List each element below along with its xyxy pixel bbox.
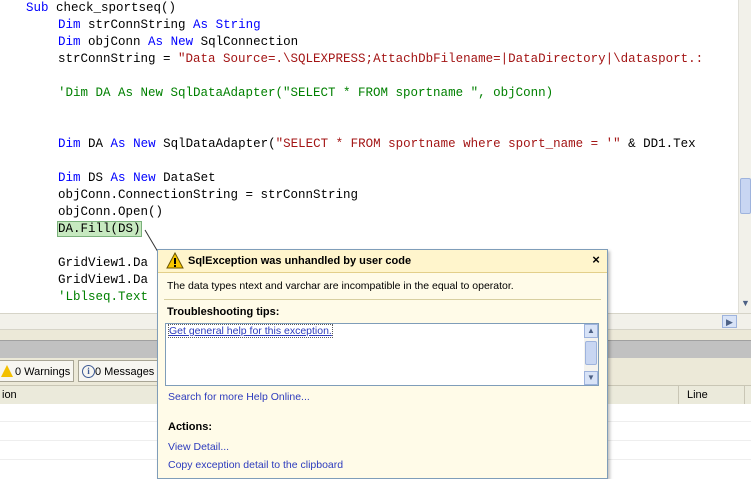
code-line-5[interactable]: 'Dim DA As New SqlDataAdapter("SELECT * … — [58, 85, 553, 102]
keyword: New — [133, 171, 156, 185]
code-line-9[interactable]: objConn.Open() — [58, 204, 163, 221]
messages-filter-button[interactable]: i 0 Messages — [78, 360, 160, 382]
exception-body: The data types ntext and varchar are inc… — [158, 273, 607, 478]
troubleshooting-tips-heading: Troubleshooting tips: — [167, 306, 280, 318]
vertical-scroll-thumb[interactable] — [740, 178, 751, 214]
messages-filter-label: 0 Messages — [95, 366, 155, 378]
string-literal: "Data Source=.\SQLEXPRESS;AttachDbFilena… — [178, 52, 704, 66]
code-text: DataSet — [155, 171, 216, 185]
divider — [164, 299, 601, 300]
keyword: Sub — [26, 1, 49, 15]
comment: 'Lblseq.Text — [58, 290, 149, 304]
code-text: & DD1.Tex — [620, 137, 696, 151]
troubleshooting-tips-list[interactable]: Get general help for this exception. ▲ ▼ — [165, 323, 599, 386]
code-line-10-current-statement[interactable]: DA.Fill(DS) — [57, 221, 142, 238]
code-text: DA — [80, 137, 111, 151]
code-line-6[interactable]: Dim DA As New SqlDataAdapter("SELECT * F… — [58, 136, 696, 153]
code-text: GridView1.Da — [58, 273, 149, 287]
comment: 'Dim DA As New SqlDataAdapter("SELECT * … — [58, 86, 554, 100]
code-line-12[interactable]: GridView1.Da — [58, 272, 148, 289]
general-help-link[interactable]: Get general help for this exception. — [168, 324, 333, 338]
code-line-2[interactable]: Dim strConnString As String — [58, 17, 261, 34]
highlighted-statement: DA.Fill(DS) — [57, 221, 142, 237]
column-separator[interactable] — [744, 386, 745, 404]
exception-header[interactable]: SqlException was unhandled by user code … — [158, 250, 607, 273]
scroll-right-arrow-icon[interactable]: ▶ — [722, 315, 737, 328]
code-line-13[interactable]: 'Lblseq.Text — [58, 289, 148, 306]
keyword: As — [110, 137, 126, 151]
exception-assistant-popup: SqlException was unhandled by user code … — [157, 249, 608, 479]
keyword: Dim — [58, 18, 81, 32]
keyword: New — [170, 35, 194, 49]
code-text: DS — [80, 171, 111, 185]
info-circle-icon: i — [82, 365, 95, 378]
code-text: check_sportseq() — [48, 1, 177, 15]
code-text: strConnString = — [58, 52, 179, 66]
column-description[interactable]: ion — [0, 386, 17, 404]
scroll-up-arrow-icon[interactable]: ▲ — [584, 324, 598, 338]
keyword: Dim — [58, 171, 81, 185]
code-line-7[interactable]: Dim DS As New DataSet — [58, 170, 216, 187]
keyword: New — [133, 137, 156, 151]
tips-scroll-thumb[interactable] — [585, 341, 597, 365]
column-separator[interactable] — [678, 386, 679, 404]
scroll-down-arrow-icon[interactable]: ▼ — [584, 371, 598, 385]
column-line[interactable]: Line — [685, 386, 708, 404]
code-line-4[interactable]: strConnString = "Data Source=.\SQLEXPRES… — [58, 51, 703, 68]
copy-exception-detail-link[interactable]: Copy exception detail to the clipboard — [168, 459, 343, 471]
keyword: As — [110, 171, 126, 185]
code-text: objConn.ConnectionString = strConnString — [58, 188, 359, 202]
tips-scrollbar[interactable]: ▲ ▼ — [584, 324, 598, 385]
string-literal: "SELECT * FROM sportname where sport_nam… — [275, 137, 621, 151]
keyword: Dim — [58, 137, 81, 151]
code-text: GridView1.Da — [58, 256, 149, 270]
search-help-online-link[interactable]: Search for more Help Online... — [168, 391, 310, 403]
code-line-8[interactable]: objConn.ConnectionString = strConnString — [58, 187, 358, 204]
warning-triangle-icon — [166, 252, 184, 269]
code-text: SqlDataAdapter( — [155, 137, 276, 151]
code-text: objConn.Open() — [58, 205, 164, 219]
code-text: SqlConnection — [193, 35, 299, 49]
exception-title: SqlException was unhandled by user code — [188, 255, 412, 267]
code-text: objConn — [80, 35, 149, 49]
warnings-filter-button[interactable]: 0 Warnings — [0, 360, 74, 382]
keyword: As — [193, 18, 209, 32]
code-text: strConnString — [80, 18, 194, 32]
exception-message: The data types ntext and varchar are inc… — [167, 280, 514, 292]
view-detail-link[interactable]: View Detail... — [168, 441, 229, 453]
code-line-3[interactable]: Dim objConn As New SqlConnection — [58, 34, 298, 51]
editor-vertical-scrollbar[interactable]: ▼ — [738, 0, 751, 313]
warnings-filter-label: 0 Warnings — [15, 366, 71, 378]
actions-heading: Actions: — [168, 421, 212, 433]
warning-triangle-icon — [1, 365, 13, 377]
code-line-1[interactable]: Sub check_sportseq() — [26, 0, 176, 17]
keyword: As — [148, 35, 164, 49]
code-line-11[interactable]: GridView1.Da — [58, 255, 148, 272]
keyword: Dim — [58, 35, 81, 49]
keyword: String — [215, 18, 261, 32]
scroll-down-arrow-icon[interactable]: ▼ — [739, 296, 751, 310]
close-icon[interactable]: × — [589, 253, 603, 267]
